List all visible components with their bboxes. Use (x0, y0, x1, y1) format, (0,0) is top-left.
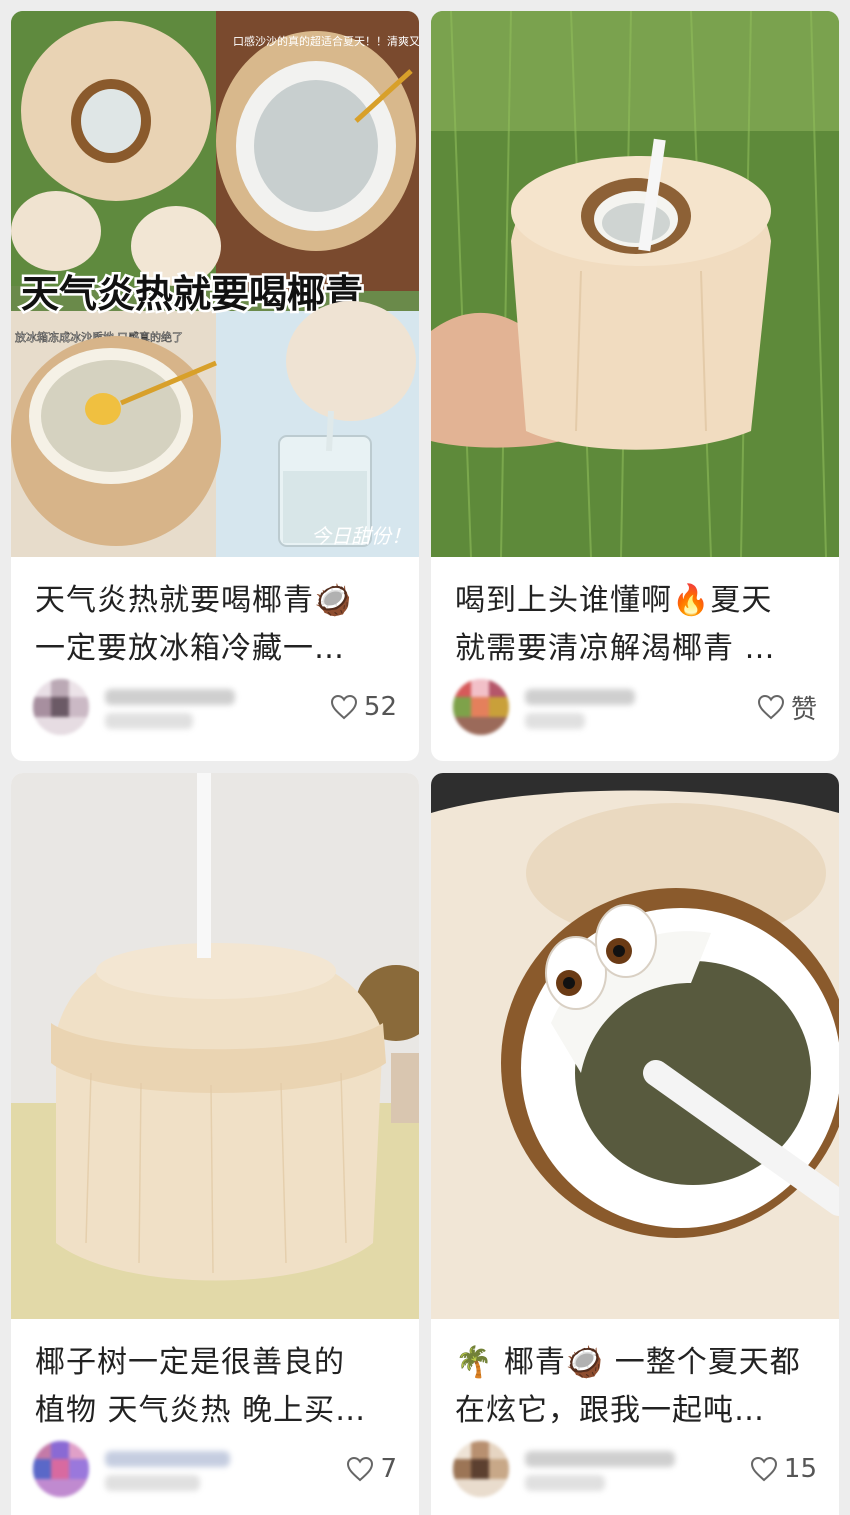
post-title-line: 就需要清凉解渴椰青 … (455, 631, 776, 666)
author-name-blurred[interactable] (525, 685, 665, 729)
post-title-line: 喝到上头谁懂啊🔥夏天 (455, 583, 773, 618)
author-name-blurred[interactable] (105, 685, 245, 729)
post-title-line: 🌴 椰青🥥 一整个夏天都 (455, 1345, 801, 1380)
like-count: 15 (783, 1454, 817, 1484)
like-button[interactable]: 赞 (757, 689, 817, 725)
heart-icon (346, 1456, 374, 1482)
post-title-line: 椰子树一定是很善良的 (35, 1345, 345, 1380)
avatar[interactable] (453, 1441, 509, 1497)
heart-icon (757, 694, 785, 720)
post-image-3[interactable] (11, 773, 419, 1319)
like-count: 7 (380, 1454, 397, 1484)
like-count: 赞 (790, 694, 817, 725)
author-name-blurred[interactable] (105, 1447, 245, 1491)
heart-icon (330, 694, 358, 720)
opened-coconut-eyes-image (431, 773, 839, 1319)
post-image-2[interactable] (431, 11, 839, 557)
post-image-1[interactable]: 口感沙沙的真的超适合夏天！！清爽又解腻 天气炎热就要喝椰青 放冰箱冻成冰沙质地 … (11, 11, 419, 557)
post-title-line: 在炫它，跟我一起吨… (455, 1393, 765, 1428)
post-title-line: 一定要放冰箱冷藏一… (35, 631, 345, 666)
post-card-2[interactable]: 喝到上头谁懂啊🔥夏天 就需要清凉解渴椰青 … 赞 (431, 11, 839, 761)
coconut-collage-image: 口感沙沙的真的超适合夏天！！清爽又解腻 天气炎热就要喝椰青 放冰箱冻成冰沙质地 … (11, 11, 419, 557)
post-card-3[interactable]: 椰子树一定是很善良的 植物 天气炎热 晚上买… 7 (11, 773, 419, 1515)
like-count: 52 (363, 692, 397, 722)
like-button[interactable]: 7 (346, 1451, 397, 1487)
coconut-on-grass-image (431, 11, 839, 557)
author-name-blurred[interactable] (525, 1447, 675, 1491)
post-title-1[interactable]: 天气炎热就要喝椰青🥥 一定要放冰箱冷藏一… (35, 577, 399, 673)
overlay-headline: 天气炎热就要喝椰青 (21, 272, 363, 316)
post-title-3[interactable]: 椰子树一定是很善良的 植物 天气炎热 晚上买… (35, 1339, 399, 1435)
heart-icon (750, 1456, 778, 1482)
post-meta-1: 52 (33, 679, 397, 737)
post-card-4[interactable]: 🌴 椰青🥥 一整个夏天都 在炫它，跟我一起吨… 15 (431, 773, 839, 1515)
post-image-4[interactable] (431, 773, 839, 1319)
avatar[interactable] (453, 679, 509, 735)
coconut-with-straw-image (11, 773, 419, 1319)
avatar[interactable] (33, 1441, 89, 1497)
post-feed: 口感沙沙的真的超适合夏天！！清爽又解腻 天气炎热就要喝椰青 放冰箱冻成冰沙质地 … (0, 0, 850, 1515)
like-button[interactable]: 15 (750, 1451, 817, 1487)
post-meta-3: 7 (33, 1441, 397, 1499)
overlay-stamp: 今日甜份！ (311, 524, 411, 548)
post-title-line: 植物 天气炎热 晚上买… (35, 1393, 367, 1428)
like-button[interactable]: 52 (330, 689, 397, 725)
post-meta-4: 15 (453, 1441, 817, 1499)
post-title-2[interactable]: 喝到上头谁懂啊🔥夏天 就需要清凉解渴椰青 … (455, 577, 819, 673)
avatar[interactable] (33, 679, 89, 735)
post-title-line: 天气炎热就要喝椰青🥥 (35, 583, 353, 618)
post-meta-2: 赞 (453, 679, 817, 737)
post-card-1[interactable]: 口感沙沙的真的超适合夏天！！清爽又解腻 天气炎热就要喝椰青 放冰箱冻成冰沙质地 … (11, 11, 419, 761)
post-title-4[interactable]: 🌴 椰青🥥 一整个夏天都 在炫它，跟我一起吨… (455, 1339, 819, 1435)
overlay-caption-top: 口感沙沙的真的超适合夏天！！清爽又解腻 (233, 34, 419, 48)
